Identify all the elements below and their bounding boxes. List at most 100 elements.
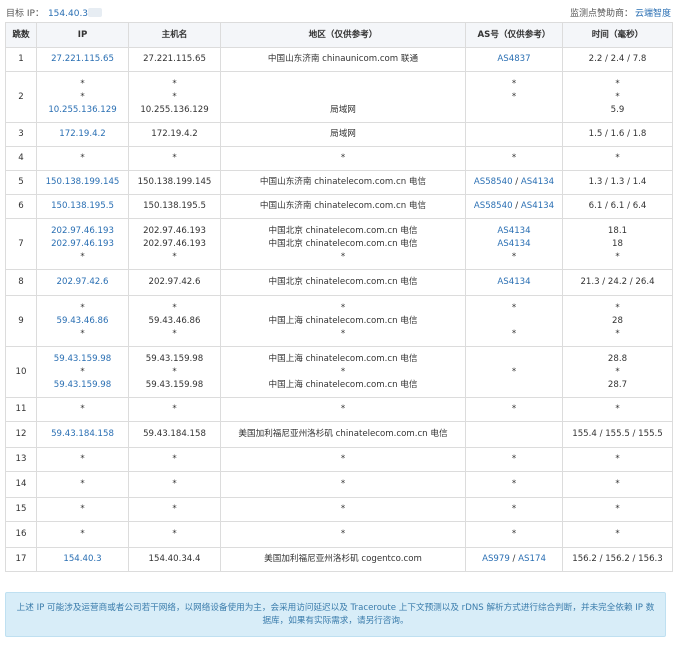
table-row: 8 202.97.42.6 202.97.42.6 中国北京 chinatelecom… <box>5 269 673 296</box>
ip-line[interactable]: 27.221.115.65 <box>39 53 126 66</box>
hop-cell: 17 <box>5 547 37 572</box>
as-line: * <box>468 528 560 541</box>
as-link[interactable]: AS58540 <box>474 177 513 187</box>
ip-cell: * <box>36 447 129 472</box>
ip-line: * <box>80 479 85 489</box>
hostname-cell: * 59.43.46.86 * <box>128 295 221 347</box>
top-bar: 目标 IP： 154.40.3 监测点赞助商： 云端智度 <box>0 0 679 22</box>
region-line: * <box>340 328 346 339</box>
as-link[interactable]: AS979 <box>482 554 510 564</box>
as-line: * <box>468 403 560 416</box>
col-hop: 跳数 <box>5 22 37 48</box>
hop-cell: 1 <box>5 47 37 72</box>
hop-cell: 15 <box>5 497 37 522</box>
as-value: * <box>511 366 517 377</box>
ip-line[interactable]: 59.43.159.98 <box>39 379 126 392</box>
host-line: * <box>172 328 177 339</box>
hop-cell: 7 <box>5 218 37 270</box>
as-link[interactable]: AS4134 <box>497 239 530 249</box>
table-row: 15 * * * * * <box>5 497 673 522</box>
col-ip: IP <box>36 22 129 48</box>
ip-line: * <box>80 328 85 339</box>
as-cell <box>465 421 563 448</box>
host-line: * <box>172 366 177 377</box>
ip-line[interactable]: 172.19.4.2 <box>39 128 126 141</box>
as-link[interactable]: AS4134 <box>521 201 554 211</box>
ip-cell: * <box>36 397 129 422</box>
ip-cell: 154.40.3 <box>36 547 129 572</box>
as-link[interactable]: AS4134 <box>497 277 530 287</box>
ip-line[interactable]: 202.97.46.193 <box>39 238 126 251</box>
ip-line: * <box>80 454 85 464</box>
ip-line[interactable]: 150.138.195.5 <box>39 200 126 213</box>
region-line: 中国山东济南 chinatelecom.com.cn 电信 <box>259 177 427 187</box>
as-value: * <box>511 454 517 464</box>
as-line <box>468 379 560 392</box>
time-line: 1.5 / 1.6 / 1.8 <box>588 129 647 139</box>
region-line: * <box>340 366 346 377</box>
as-link[interactable]: AS58540 <box>474 201 513 211</box>
ip-line[interactable]: 59.43.46.86 <box>39 315 126 328</box>
time-cell: * <box>562 471 673 498</box>
region-line: * <box>340 479 346 489</box>
time-cell: 21.3 / 24.2 / 26.4 <box>562 269 673 296</box>
as-cell: AS58540 / AS4134 <box>465 170 563 195</box>
as-line <box>468 428 560 441</box>
ip-cell: * 59.43.46.86 * <box>36 295 129 347</box>
table-row: 16 * * * * * <box>5 521 673 548</box>
as-line: * <box>468 91 560 104</box>
ip-line[interactable]: 154.40.3 <box>39 553 126 566</box>
ip-line[interactable]: 59.43.184.158 <box>39 428 126 441</box>
hostname-cell: * <box>128 497 221 522</box>
as-line: AS58540 / AS4134 <box>468 200 560 213</box>
ip-line[interactable]: 202.97.42.6 <box>39 276 126 289</box>
host-line: 150.138.199.145 <box>137 177 212 187</box>
time-line: * <box>615 78 620 89</box>
notice-box: 上述 IP 可能涉及运营商或者公司若干网络，以网络设备使用为主，会采用访问延迟以… <box>5 592 666 637</box>
time-line: 18 <box>612 238 623 249</box>
hop-cell: 10 <box>5 346 37 398</box>
as-line <box>468 315 560 328</box>
hostname-cell: * <box>128 521 221 548</box>
time-cell: 156.2 / 156.2 / 156.3 <box>562 547 673 572</box>
target-ip[interactable]: 154.40.3 <box>48 9 88 19</box>
region-cell: 中国北京 chinatelecom.com.cn 电信 <box>220 269 466 296</box>
as-link[interactable]: AS4837 <box>497 54 530 64</box>
host-line: 59.43.46.86 <box>148 315 201 326</box>
time-line: 1.3 / 1.3 / 1.4 <box>588 177 647 187</box>
hop-cell: 13 <box>5 447 37 472</box>
ip-line[interactable]: 59.43.159.98 <box>39 353 126 366</box>
as-line: * <box>468 302 560 315</box>
ip-line[interactable]: 10.255.136.129 <box>39 104 126 117</box>
as-link[interactable]: AS4134 <box>497 226 530 236</box>
time-line: * <box>615 366 620 377</box>
host-line: 27.221.115.65 <box>143 54 206 64</box>
region-line: * <box>340 153 346 163</box>
as-line <box>468 353 560 366</box>
ip-cell: 172.19.4.2 <box>36 122 129 147</box>
as-link[interactable]: AS4134 <box>521 177 554 187</box>
table-row: 17 154.40.3 154.40.34.4 美国加利福尼亚州洛杉矶 cogentc… <box>5 547 673 572</box>
host-line: * <box>172 479 177 489</box>
ip-cell: 150.138.199.145 <box>36 170 129 195</box>
ip-cell: * <box>36 521 129 548</box>
region-line: 中国山东济南 chinaunicom.com 联通 <box>267 54 419 64</box>
host-line: 59.43.159.98 <box>145 379 204 390</box>
ip-line[interactable]: 150.138.199.145 <box>39 176 126 189</box>
region-cell: 中国山东济南 chinaunicom.com 联通 <box>220 47 466 72</box>
time-cell: 28.8 * 28.7 <box>562 346 673 398</box>
as-value: * <box>511 328 517 339</box>
host-line: * <box>172 504 177 514</box>
time-cell: * <box>562 447 673 472</box>
as-link[interactable]: AS174 <box>518 554 546 564</box>
ip-cell: 202.97.46.193 202.97.46.193 * <box>36 218 129 270</box>
sponsor-link[interactable]: 云端智度 <box>635 9 671 19</box>
ip-line[interactable]: 202.97.46.193 <box>39 225 126 238</box>
time-line: 2.2 / 2.4 / 7.8 <box>588 54 647 64</box>
region-line: * <box>340 454 346 464</box>
time-line: * <box>615 328 620 339</box>
as-line: * <box>468 251 560 264</box>
time-cell: * <box>562 146 673 171</box>
host-line: * <box>172 454 177 464</box>
table-row: 9 * 59.43.46.86 * * 59.43.46.86 * * 中国上海 chinate… <box>5 295 673 347</box>
